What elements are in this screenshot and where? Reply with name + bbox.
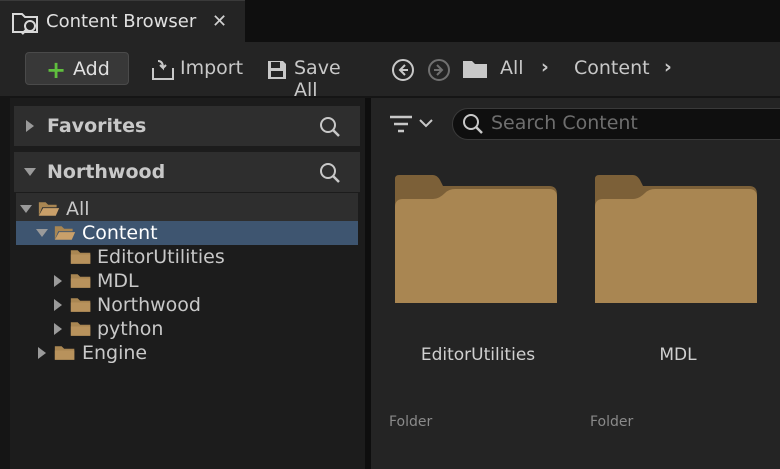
favorites-section-header[interactable]: Favorites [14,106,360,146]
toolbar: + Add Import Save All All › Content › [0,42,780,101]
tree-item-label: EditorUtilities [97,246,225,268]
folder-icon [395,175,557,303]
tree-item-label: python [97,318,164,340]
save-all-label: Save All [294,57,341,101]
tree-item-all[interactable]: All [16,197,358,221]
folder-icon [70,250,91,264]
search-input[interactable]: Search Content [452,108,780,140]
chevron-right-icon[interactable] [38,347,46,359]
add-label: Add [73,58,110,80]
asset-name: EditorUtilities [420,345,536,365]
save-icon [268,61,286,79]
tree-item-label: Content [82,222,158,244]
search-icon[interactable] [318,115,342,139]
folder-open-icon [38,202,60,216]
search-icon [463,114,483,134]
import-icon [152,60,174,80]
tree-item-python[interactable]: python [16,317,358,341]
chevron-right-icon[interactable] [54,275,62,287]
search-icon[interactable] [318,161,342,185]
chevron-down-icon[interactable] [418,117,434,129]
breadcrumb-content[interactable]: Content [574,57,650,79]
chevron-right-icon[interactable] [54,323,62,335]
tree-item-northwood[interactable]: Northwood [16,293,358,317]
tab-title: Content Browser [46,11,197,32]
close-icon[interactable]: ✕ [212,11,227,32]
back-arrow-icon[interactable] [391,58,415,82]
chevron-down-icon[interactable] [24,168,36,176]
asset-type: Folder [590,414,634,430]
folder-open-icon [54,226,76,240]
chevron-right-icon[interactable]: › [664,56,672,78]
tree-item-label: All [66,198,90,220]
asset-tile[interactable]: EditorUtilities Folder [383,165,563,445]
search-placeholder: Search Content [491,112,638,134]
content-browser-icon [12,13,38,35]
save-all-button[interactable]: Save All [266,56,370,101]
tree-item-label: MDL [97,270,139,292]
tab-content-browser[interactable]: Content Browser ✕ [0,0,245,43]
chevron-down-icon[interactable] [36,229,48,237]
favorites-label: Favorites [47,115,147,137]
plus-icon: + [46,56,67,84]
forward-arrow-icon[interactable] [427,58,451,82]
project-label: Northwood [47,161,166,183]
import-button[interactable]: Import [150,56,244,84]
tree-item-engine[interactable]: Engine [16,341,358,365]
project-section-header[interactable]: Northwood [14,152,360,192]
add-button[interactable]: + Add [25,52,129,85]
chevron-down-icon[interactable] [20,205,32,213]
tree-item-label: Engine [82,342,148,364]
folder-icon [70,298,91,312]
folder-icon [463,61,487,78]
tree-item-editorutilities[interactable]: EditorUtilities [16,245,358,269]
asset-type: Folder [389,414,433,430]
folder-icon [70,322,91,336]
filter-icon[interactable] [388,114,414,134]
tree-item-mdl[interactable]: MDL [16,269,358,293]
chevron-right-icon[interactable]: › [541,56,549,78]
folder-icon [54,346,75,360]
asset-name: MDL [659,345,697,365]
chevron-right-icon[interactable] [26,120,34,132]
tree-item-content[interactable]: Content [16,221,358,245]
import-label: Import [180,57,244,79]
tree-item-label: Northwood [97,294,201,316]
folder-icon [70,274,91,288]
folder-icon [595,175,757,303]
asset-tile[interactable]: MDL Folder [584,165,780,445]
breadcrumb-all[interactable]: All [500,57,524,79]
chevron-right-icon[interactable] [54,299,62,311]
